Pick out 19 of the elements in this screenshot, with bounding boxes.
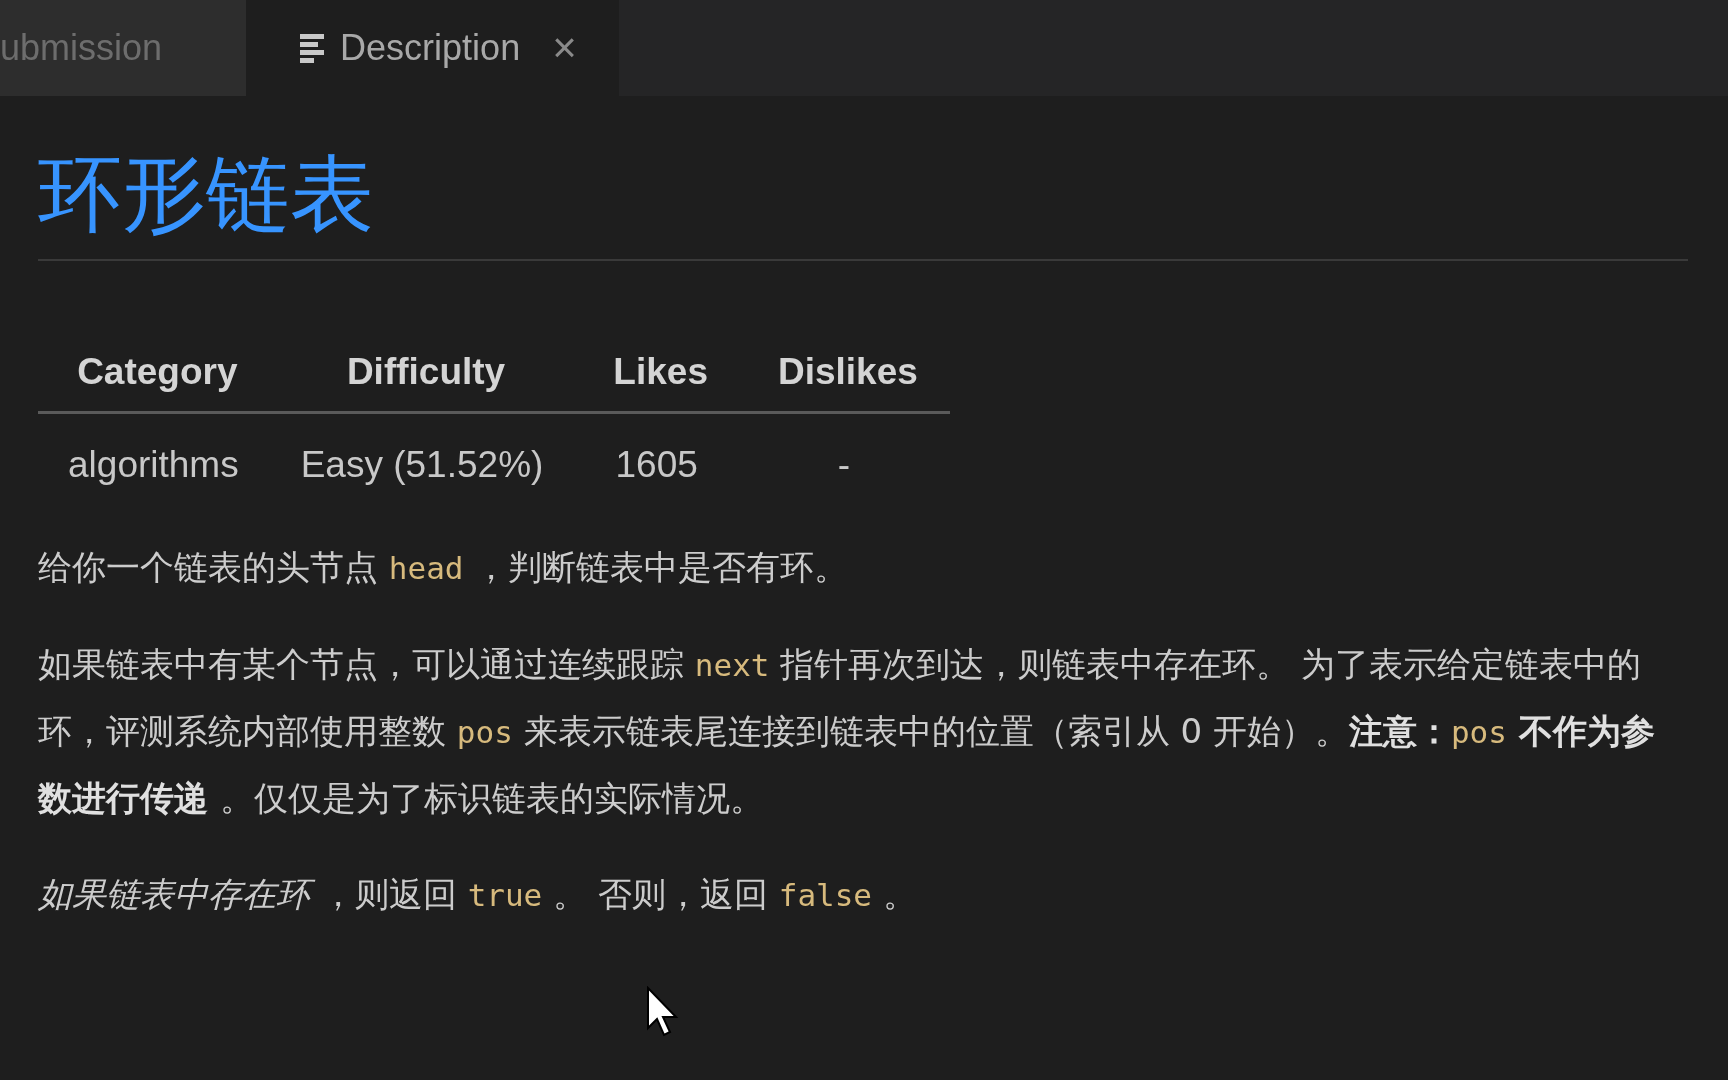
close-icon[interactable]: × (552, 27, 577, 69)
editor-tab[interactable]: ubmission (0, 0, 247, 96)
table-cell: algorithms (38, 412, 271, 504)
column-header: Category (38, 336, 271, 413)
mouse-pointer-icon (646, 986, 680, 1038)
table-cell: - (740, 412, 950, 504)
description-paragraph: 如果链表中有某个节点，可以通过连续跟踪 next 指针再次到达，则链表中存在环。 为了表示给定链表中的环，评测系统内部使用整数 pos 来表示链表尾连接到链表中的位置（索引从 0 开始）。注意：pos 不作为参数进行传递 。仅仅是为了标识链表的实际情况。 (38, 642, 1656, 820)
editor-tab[interactable]: Description × (246, 0, 619, 96)
column-header: Difficulty (270, 336, 576, 413)
table-cell: 1605 (575, 412, 740, 504)
table-cell: Easy (51.52%) (270, 412, 576, 504)
problem-title: 环形链表 (38, 144, 1688, 261)
tab-label: Description (340, 27, 521, 69)
preview-icon (300, 33, 327, 63)
description-paragraph: 给你一个链表的头节点 head ，判断链表中是否有环。 (38, 545, 850, 589)
column-header: Likes (575, 336, 740, 413)
column-header: Dislikes (740, 336, 950, 413)
tab-label: ubmission (0, 27, 163, 69)
description-paragraph: 如果链表中存在环 ，则返回 true 。 否则，返回 false 。 (38, 872, 918, 916)
